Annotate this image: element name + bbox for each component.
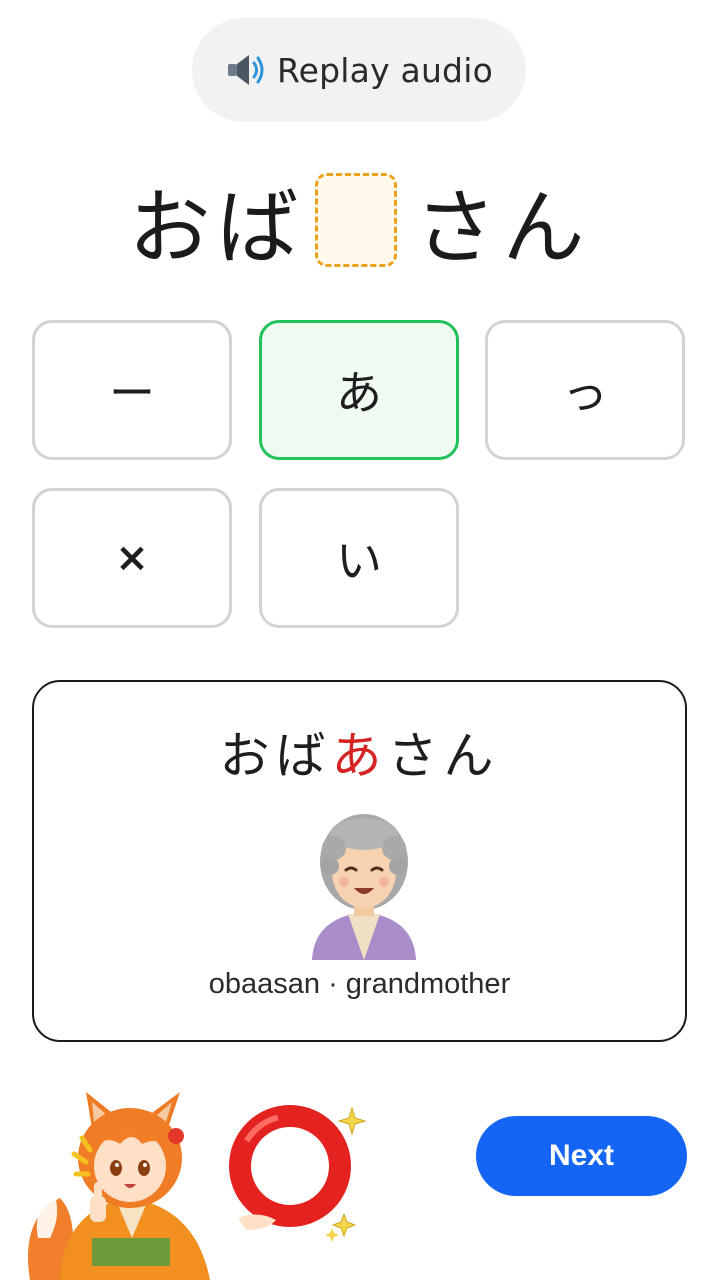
answer-card: おばあさん obaasan · grandmother <box>32 680 687 1042</box>
speaker-icon <box>228 55 264 85</box>
option-tile[interactable]: い <box>259 488 459 628</box>
option-tile[interactable]: ー <box>32 320 232 460</box>
answer-word-after: さん <box>387 727 500 785</box>
answer-word: おばあさん <box>34 716 685 788</box>
word-prompt: おば さん <box>0 160 719 280</box>
word-prompt-after: さん <box>414 180 591 276</box>
grandmother-illustration <box>312 814 416 960</box>
next-button-label: Next <box>548 1139 615 1172</box>
word-meaning: obaasan · grandmother <box>208 968 511 1000</box>
option-tile[interactable]: × <box>32 488 232 628</box>
option-tile-selected[interactable]: あ <box>259 320 459 460</box>
fox-girl-mascot <box>28 1092 210 1280</box>
replay-audio-button[interactable]: Replay audio <box>192 18 526 122</box>
answer-blank <box>314 173 397 267</box>
option-tile[interactable]: っ <box>485 320 685 460</box>
correct-circle-icon <box>229 1105 367 1242</box>
word-prompt-before: おば <box>128 180 305 276</box>
next-button[interactable]: Next <box>476 1116 687 1196</box>
answer-word-before: おば <box>219 727 332 785</box>
replay-audio-label: Replay audio <box>277 50 493 90</box>
answer-word-highlight: あ <box>331 727 388 785</box>
